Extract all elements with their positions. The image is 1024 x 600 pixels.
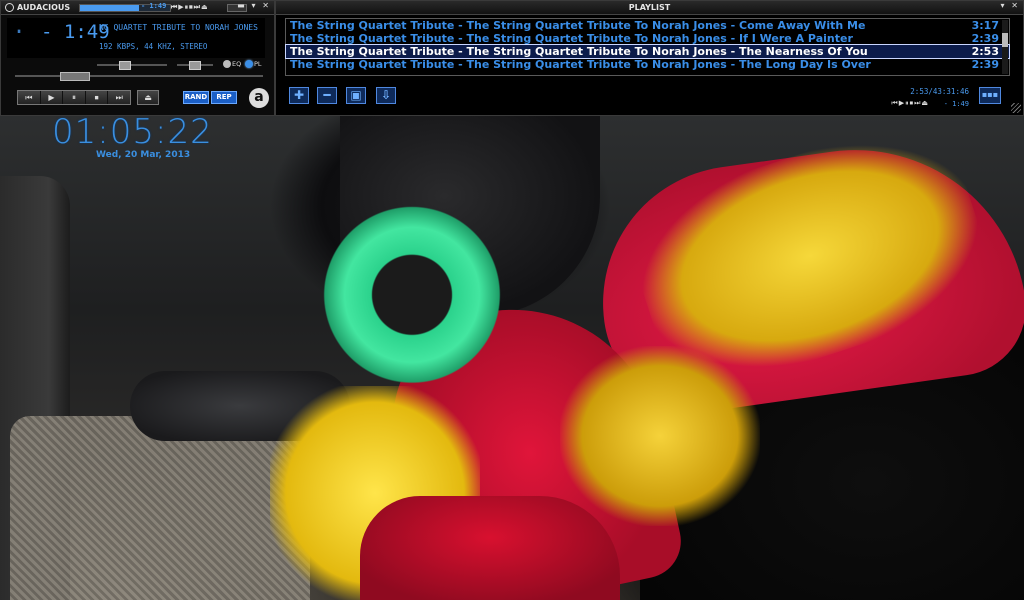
next-button[interactable]: ⏭	[108, 91, 130, 104]
playlist-window-buttons[interactable]: ▾ ✕	[1000, 1, 1020, 10]
eq-label: EQ	[232, 60, 242, 68]
track-title: The String Quartet Tribute - The String …	[290, 19, 866, 32]
track-duration: 2:53	[971, 45, 999, 58]
pl-toggle[interactable]: PL	[245, 60, 262, 68]
seek-bar[interactable]	[15, 72, 263, 81]
previous-button[interactable]: ⏮	[18, 91, 41, 104]
eject-button[interactable]: ⏏	[137, 90, 159, 105]
shuffle-button[interactable]: RAND	[183, 91, 209, 104]
playlist-row[interactable]: The String Quartet Tribute - The String …	[286, 19, 1009, 32]
track-title: The String Quartet Tribute - The String …	[290, 45, 868, 58]
playlist-menu-icon[interactable]: ▪▪▪	[979, 87, 1001, 104]
wallpaper-green-ring-toy	[312, 196, 512, 386]
playlist-row[interactable]: The String Quartet Tribute - The String …	[286, 58, 1009, 71]
desktop-wallpaper	[0, 116, 1024, 600]
track-duration: 2:39	[971, 58, 999, 71]
mini-seek-fill	[80, 5, 140, 11]
pl-indicator-icon	[245, 60, 253, 68]
song-ticker: NG QUARTET TRIBUTE TO NORAH JONES	[99, 23, 258, 32]
volume-knob[interactable]	[119, 61, 131, 70]
eq-indicator-icon	[223, 60, 231, 68]
window-control-buttons[interactable]: ▬ ▾ ✕	[237, 1, 271, 10]
playlist-row[interactable]: The String Quartet Tribute - The String …	[286, 32, 1009, 45]
resize-grip-icon[interactable]	[1011, 103, 1021, 113]
track-title: The String Quartet Tribute - The String …	[290, 32, 853, 45]
playlist-mini-time: - 1:49	[943, 100, 969, 108]
track-duration: 2:39	[971, 32, 999, 45]
track-title: The String Quartet Tribute - The String …	[290, 58, 871, 71]
misc-download-icon[interactable]: ⇩	[376, 87, 396, 104]
playlist-titlebar[interactable]: PLAYLIST ▾ ✕	[276, 1, 1023, 15]
playlist-mini-transport[interactable]: ⏮▶⏸⏹⏭⏏	[891, 99, 929, 108]
stop-button[interactable]: ⏹	[86, 91, 109, 104]
pause-button[interactable]: ⏸	[63, 91, 86, 104]
pause-status-icon: ⏸	[17, 27, 21, 36]
wallpaper-red-toy	[360, 496, 620, 600]
wallpaper-yellow-fur	[560, 346, 760, 526]
desktop-clock-widget: 01:05:22 Wed, 20 Mar, 2013	[52, 114, 213, 160]
playlist-title: PLAYLIST	[628, 3, 671, 12]
wallpaper-blanket	[10, 416, 310, 600]
playlist-row[interactable]: The String Quartet Tribute - The String …	[285, 44, 1010, 59]
volume-slider[interactable]	[97, 61, 167, 70]
pl-label: PL	[254, 60, 262, 68]
seek-knob[interactable]	[60, 72, 90, 81]
audacious-logo-icon[interactable]: a	[249, 88, 269, 108]
app-title: AUDACIOUS	[17, 3, 71, 12]
clock-time: 01:05:22	[52, 112, 213, 152]
mini-transport-controls[interactable]: ⏮▶⏸⏹⏭⏏	[171, 3, 209, 12]
player-main-window: AUDACIOUS - 1:49 ⏮▶⏸⏹⏭⏏ ▬ ▾ ✕ ⏸ - 1:49 N…	[0, 0, 275, 116]
balance-knob[interactable]	[189, 61, 201, 70]
scrollbar-thumb[interactable]	[1002, 33, 1008, 47]
app-menu-icon[interactable]	[5, 3, 14, 12]
playlist-status: 2:53/43:31:46	[910, 87, 969, 96]
add-icon[interactable]: ✚	[289, 87, 309, 104]
playlist-scrollbar[interactable]	[1002, 20, 1008, 74]
balance-slider[interactable]	[177, 61, 213, 70]
playlist-track-list[interactable]: The String Quartet Tribute - The String …	[285, 18, 1010, 76]
eq-toggle[interactable]: EQ	[223, 60, 241, 68]
repeat-button[interactable]: REP	[211, 91, 237, 104]
playlist-window: PLAYLIST ▾ ✕ The String Quartet Tribute …	[275, 0, 1024, 116]
play-button[interactable]: ▶	[41, 91, 64, 104]
stream-info: 192 KBPS, 44 KHZ, STEREO	[99, 42, 208, 51]
mini-time: - 1:49	[141, 2, 167, 10]
select-icon[interactable]: ▣	[346, 87, 366, 104]
remove-icon[interactable]: ━	[317, 87, 337, 104]
track-duration: 3:17	[971, 19, 999, 32]
main-titlebar[interactable]: AUDACIOUS - 1:49 ⏮▶⏸⏹⏭⏏ ▬ ▾ ✕	[1, 1, 274, 15]
transport-controls: ⏮ ▶ ⏸ ⏹ ⏭	[17, 90, 131, 105]
